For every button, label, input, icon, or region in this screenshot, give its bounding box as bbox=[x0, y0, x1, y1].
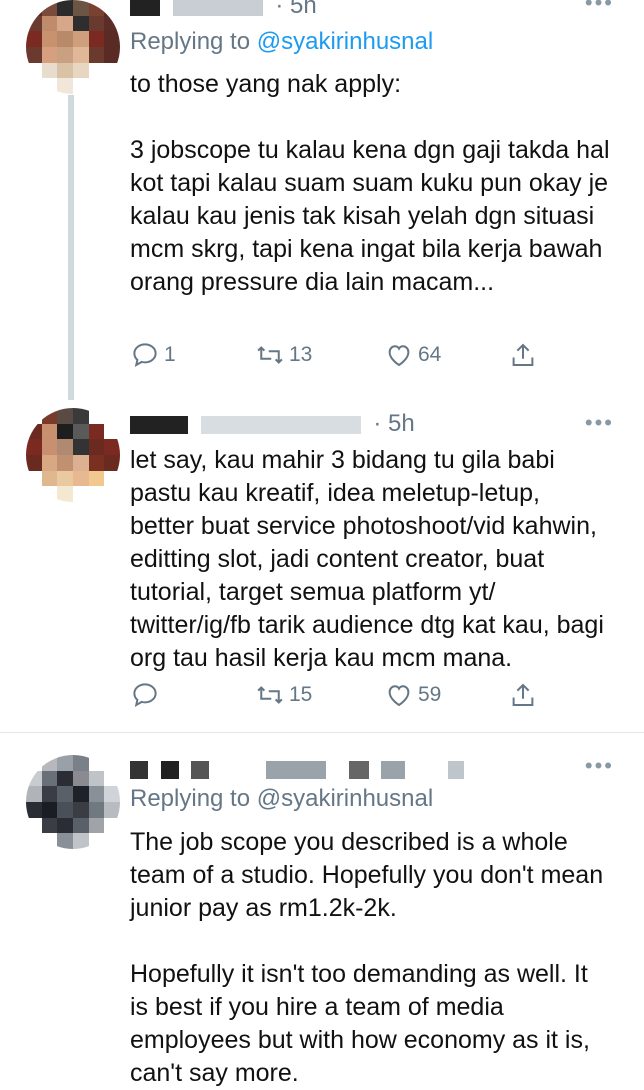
redacted-handle bbox=[172, 0, 263, 16]
redacted-handle bbox=[448, 760, 465, 779]
retweet-icon bbox=[257, 346, 283, 364]
redacted-name bbox=[160, 760, 179, 779]
share-icon bbox=[512, 343, 534, 366]
avatar[interactable] bbox=[26, 408, 120, 502]
tweet-header: · 5h bbox=[130, 410, 415, 440]
avatar[interactable] bbox=[26, 755, 120, 849]
redacted-handle bbox=[200, 415, 361, 434]
share-icon bbox=[512, 683, 534, 706]
thread-line bbox=[68, 95, 74, 400]
like-count: 64 bbox=[418, 343, 442, 366]
retweet-button[interactable]: 15 bbox=[255, 680, 312, 710]
reply-icon bbox=[133, 683, 157, 707]
share-button[interactable] bbox=[508, 680, 542, 710]
replying-to: Replying to @syakirinhusnal bbox=[130, 28, 433, 56]
tweet-actions: 1 13 64 bbox=[130, 340, 560, 380]
like-button[interactable]: 64 bbox=[384, 340, 441, 370]
reply-icon bbox=[133, 343, 157, 367]
tweet-3[interactable]: ••• Replying to @syakirinhusnal The job … bbox=[0, 733, 644, 1087]
share-button[interactable] bbox=[508, 340, 542, 370]
tweet-header: · 5h bbox=[130, 0, 317, 22]
redacted-name bbox=[130, 0, 160, 16]
tweet-1[interactable]: · 5h ••• Replying to @syakirinhusnal to … bbox=[0, 0, 644, 400]
more-options-icon[interactable]: ••• bbox=[585, 0, 614, 16]
tweet-text: let say, kau mahir 3 bidang tu gila babi… bbox=[130, 446, 611, 672]
like-count: 59 bbox=[418, 683, 442, 706]
like-button[interactable]: 59 bbox=[384, 680, 441, 710]
tweet-time: · 5h bbox=[373, 410, 415, 437]
tweet-time: · 5h bbox=[275, 0, 317, 19]
tweet-text: to those yang nak apply: 3 jobscope tu k… bbox=[130, 70, 610, 296]
redacted-name bbox=[191, 760, 210, 779]
retweet-count: 15 bbox=[289, 683, 313, 706]
more-options-icon[interactable]: ••• bbox=[585, 410, 614, 436]
tweet-text: The job scope you described is a whole t… bbox=[130, 828, 604, 1087]
reply-button[interactable]: 1 bbox=[130, 340, 176, 370]
tweet-actions: 15 59 bbox=[130, 680, 560, 720]
reply-count: 1 bbox=[164, 343, 176, 366]
heart-icon bbox=[388, 345, 410, 367]
redacted-name bbox=[130, 415, 188, 434]
replying-handle-link[interactable]: @syakirinhusnal bbox=[257, 28, 433, 55]
retweet-button[interactable]: 13 bbox=[255, 340, 312, 370]
redacted-handle bbox=[381, 760, 406, 779]
avatar[interactable] bbox=[26, 0, 120, 94]
redacted-handle bbox=[266, 760, 327, 779]
more-options-icon[interactable]: ••• bbox=[585, 753, 614, 779]
tweet-2[interactable]: · 5h ••• let say, kau mahir 3 bidang tu … bbox=[0, 400, 644, 730]
redacted-handle bbox=[348, 760, 369, 779]
retweet-icon bbox=[257, 686, 283, 704]
reply-button[interactable] bbox=[130, 680, 164, 710]
tweet-header bbox=[130, 755, 470, 785]
retweet-count: 13 bbox=[289, 343, 313, 366]
replying-label[interactable]: Replying to @syakirinhusnal bbox=[130, 785, 433, 811]
redacted-name bbox=[130, 760, 148, 779]
replying-label: Replying to bbox=[130, 28, 251, 55]
replying-to: Replying to @syakirinhusnal bbox=[130, 785, 433, 811]
heart-icon bbox=[388, 685, 410, 707]
